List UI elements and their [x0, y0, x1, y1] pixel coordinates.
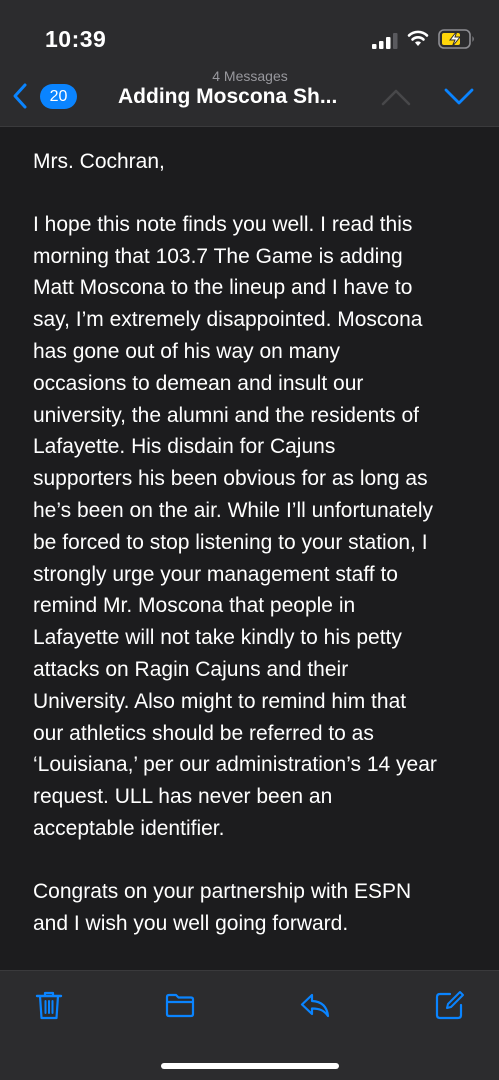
chevron-down-icon[interactable] — [444, 88, 474, 106]
mail-message-screen: 10:39 20 4 Messages Adding Moscona Sh... — [0, 0, 499, 1080]
chevron-left-icon[interactable] — [12, 82, 28, 110]
status-bar: 10:39 — [0, 0, 499, 62]
compose-icon[interactable] — [434, 989, 466, 1021]
home-indicator[interactable] — [161, 1063, 339, 1069]
nav-bar: 20 4 Messages Adding Moscona Sh... — [0, 62, 499, 127]
chevron-up-icon — [381, 89, 411, 106]
message-count-subtitle: 4 Messages — [212, 68, 288, 84]
back-count-badge[interactable]: 20 — [40, 84, 77, 109]
battery-charging-icon — [438, 29, 474, 49]
wifi-icon — [407, 30, 429, 46]
status-time: 10:39 — [45, 26, 107, 52]
signal-icon — [372, 33, 398, 49]
message-paragraph: I hope this note finds you well. I read … — [33, 212, 437, 840]
message-body: Mrs. Cochran, I hope this note finds you… — [33, 146, 478, 939]
trash-icon[interactable] — [33, 989, 65, 1021]
message-paragraph: Congrats on your partnership with ESPN a… — [33, 879, 412, 935]
reply-icon[interactable] — [299, 989, 331, 1021]
bottom-toolbar — [0, 970, 499, 1080]
message-greeting: Mrs. Cochran, — [33, 150, 165, 173]
folder-icon[interactable] — [164, 989, 196, 1021]
thread-title: Adding Moscona Sh... — [118, 85, 338, 108]
